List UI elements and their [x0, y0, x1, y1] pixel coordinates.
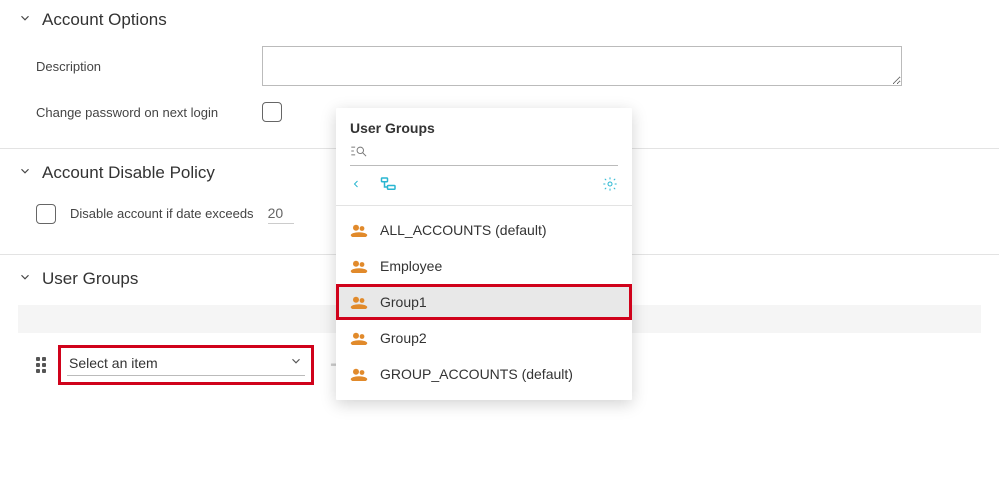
disable-date-input[interactable]: 20	[268, 203, 294, 224]
popup-toolbar	[336, 166, 632, 206]
drag-handle-icon[interactable]	[36, 357, 46, 373]
user-groups-popup: User Groups	[336, 108, 632, 400]
popup-list: ALL_ACCOUNTS (default) Employee Group1 G…	[336, 206, 632, 392]
popup-item-group2[interactable]: Group2	[336, 320, 632, 356]
select-placeholder: Select an item	[69, 355, 158, 371]
popup-item-label: Employee	[380, 258, 442, 274]
description-input[interactable]	[262, 46, 902, 86]
group-icon	[350, 331, 368, 345]
chevron-down-icon	[18, 269, 32, 289]
user-group-select[interactable]: Select an item	[58, 345, 314, 385]
checkbox-change-password[interactable]	[262, 102, 282, 122]
search-filter-icon	[350, 145, 368, 161]
chevron-down-icon	[18, 163, 32, 183]
popup-item-group1[interactable]: Group1	[336, 284, 632, 320]
row-description: Description	[18, 40, 981, 96]
label-change-password: Change password on next login	[36, 105, 246, 120]
checkbox-disable-account[interactable]	[36, 204, 56, 224]
popup-item-label: ALL_ACCOUNTS (default)	[380, 222, 547, 238]
popup-item-all-accounts[interactable]: ALL_ACCOUNTS (default)	[336, 212, 632, 248]
popup-search[interactable]	[350, 142, 618, 166]
label-description: Description	[36, 59, 246, 74]
gear-icon[interactable]	[602, 176, 618, 195]
tree-icon[interactable]	[380, 176, 398, 195]
label-disable-account: Disable account if date exceeds	[70, 206, 254, 221]
popup-item-label: Group1	[380, 294, 427, 310]
popup-item-label: GROUP_ACCOUNTS (default)	[380, 366, 573, 382]
group-icon	[350, 367, 368, 381]
chevron-down-icon	[18, 10, 32, 30]
back-icon[interactable]	[350, 177, 362, 194]
group-icon	[350, 223, 368, 237]
popup-item-label: Group2	[380, 330, 427, 346]
popup-title: User Groups	[336, 120, 632, 142]
section-header-account-options[interactable]: Account Options	[18, 6, 981, 40]
section-title: Account Options	[42, 10, 167, 30]
section-title: User Groups	[42, 269, 138, 289]
chevron-down-icon	[289, 354, 303, 371]
group-icon	[350, 259, 368, 273]
group-icon	[350, 295, 368, 309]
popup-item-group-accounts[interactable]: GROUP_ACCOUNTS (default)	[336, 356, 632, 392]
section-title: Account Disable Policy	[42, 163, 215, 183]
popup-item-employee[interactable]: Employee	[336, 248, 632, 284]
